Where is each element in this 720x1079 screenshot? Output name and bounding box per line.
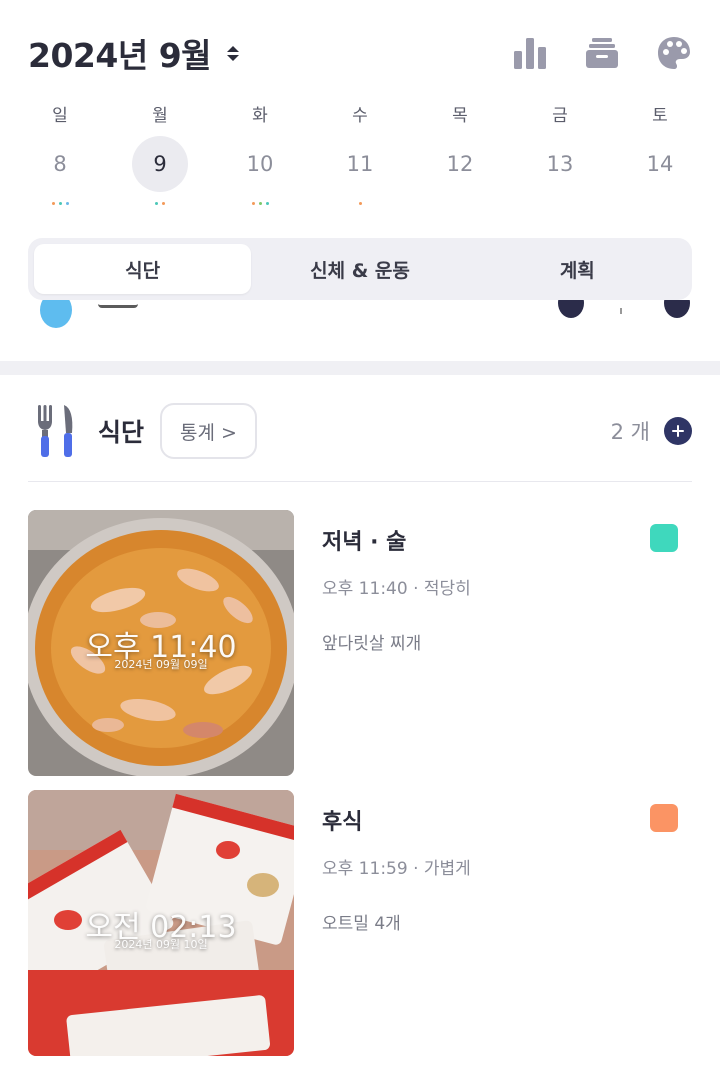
record-dot bbox=[65, 202, 69, 205]
photo-date: 2024년 09월 10일 bbox=[114, 938, 208, 951]
stats-button-label: 통계 > bbox=[180, 421, 237, 444]
photo-date: 2024년 09월 09일 bbox=[114, 658, 208, 671]
tab-body-exercise[interactable]: 신체 & 운동 bbox=[251, 244, 468, 294]
segmented-tabs: 식단 신체 & 운동 계획 bbox=[28, 238, 692, 300]
tab-diet[interactable]: 식단 bbox=[34, 244, 252, 294]
bar-chart-icon[interactable] bbox=[512, 35, 548, 71]
header-actions bbox=[512, 35, 692, 71]
calendar-day[interactable]: 월9 bbox=[110, 98, 210, 206]
minus-button-icon[interactable] bbox=[558, 300, 584, 318]
calendar-day[interactable]: 금 13 bbox=[510, 98, 610, 206]
weekday-label: 월 bbox=[152, 106, 168, 126]
weekday-label: 목 bbox=[452, 106, 468, 126]
meal-section-title: 식단 bbox=[98, 418, 145, 447]
calendar-day[interactable]: 화 10 bbox=[210, 98, 310, 206]
meal-count: 2 개 bbox=[610, 420, 650, 444]
record-dot bbox=[251, 202, 255, 205]
weekday-label: 토 bbox=[652, 106, 668, 126]
day-number-wrap: 12 bbox=[432, 136, 488, 192]
week-calendar: 일 8 월 9 화 10 수 11 목 12 금 13 토 14 bbox=[10, 98, 710, 206]
meal-type: 후식 bbox=[322, 810, 363, 835]
meal-section-header: 식단 통계 > 2 개 bbox=[28, 402, 692, 460]
header: 2024년 9월 bbox=[28, 28, 692, 78]
meal-color-tag bbox=[650, 524, 678, 552]
meal-type: 저녁 · 술 bbox=[322, 530, 407, 555]
day-number: 10 bbox=[246, 152, 274, 176]
day-number: 11 bbox=[346, 152, 374, 176]
day-number: 8 bbox=[53, 152, 67, 176]
meal-photo[interactable]: 오후 11:40 2024년 09월 09일 bbox=[28, 510, 294, 776]
record-dot bbox=[162, 202, 165, 205]
water-icon bbox=[40, 300, 72, 328]
record-dot bbox=[258, 202, 262, 205]
app-screen: 2024년 9월 일 8 월 9 화 10 수 11 목 12 금 13 토 1… bbox=[0, 0, 720, 1079]
meal-time-amount: 오후 11:59 · 가볍게 bbox=[322, 859, 471, 879]
day-number: 9 bbox=[153, 152, 167, 176]
archive-icon[interactable] bbox=[584, 35, 620, 71]
record-dots bbox=[51, 202, 69, 206]
day-number: 13 bbox=[546, 152, 574, 176]
cut-off-value bbox=[620, 308, 622, 314]
meal-description: 앞다릿살 찌개 bbox=[322, 634, 422, 654]
meal-item[interactable]: 오전 02:13 2024년 09월 10일 후식 오후 11:59 · 가볍게… bbox=[28, 790, 692, 1056]
record-dots bbox=[251, 202, 269, 206]
record-dot bbox=[58, 202, 62, 205]
day-number-wrap: 14 bbox=[632, 136, 688, 192]
plus-button-icon[interactable] bbox=[664, 300, 690, 318]
add-meal-button[interactable] bbox=[664, 417, 692, 445]
day-number-wrap: 11 bbox=[332, 136, 388, 192]
calendar-day[interactable]: 토 14 bbox=[610, 98, 710, 206]
record-dot bbox=[358, 202, 362, 205]
meal-time-amount: 오후 11:40 · 적당히 bbox=[322, 579, 471, 599]
day-number: 14 bbox=[646, 152, 674, 176]
divider bbox=[28, 481, 692, 482]
plus-icon bbox=[672, 425, 684, 437]
weekday-label: 수 bbox=[352, 106, 368, 126]
record-dot bbox=[155, 202, 158, 205]
day-number-wrap: 8 bbox=[32, 136, 88, 192]
day-number-wrap: 10 bbox=[232, 136, 288, 192]
weekday-label: 화 bbox=[252, 106, 268, 126]
calendar-day[interactable]: 목 12 bbox=[410, 98, 510, 206]
record-dots bbox=[358, 202, 362, 206]
weekday-label: 금 bbox=[552, 106, 568, 126]
fork-knife-icon bbox=[38, 405, 73, 457]
stats-button[interactable]: 통계 > bbox=[160, 403, 257, 459]
day-number: 12 bbox=[446, 152, 474, 176]
meal-info: 후식 오후 11:59 · 가볍게 오트밀 4개 bbox=[322, 804, 692, 934]
calendar-day[interactable]: 수 11 bbox=[310, 98, 410, 206]
record-dot bbox=[265, 202, 269, 205]
meal-item[interactable]: 오후 11:40 2024년 09월 09일 저녁 · 술 오후 11:40 ·… bbox=[28, 510, 692, 776]
cut-off-label bbox=[98, 300, 138, 308]
month-selector-chevron-icon[interactable] bbox=[227, 45, 240, 61]
selected-day: 9 bbox=[132, 136, 188, 192]
record-dots bbox=[155, 202, 165, 206]
day-number-wrap: 13 bbox=[532, 136, 588, 192]
palette-icon[interactable] bbox=[656, 35, 692, 71]
meal-color-tag bbox=[650, 804, 678, 832]
month-title[interactable]: 2024년 9월 bbox=[28, 29, 212, 77]
meal-description: 오트밀 4개 bbox=[322, 914, 401, 934]
weekday-label: 일 bbox=[52, 106, 68, 126]
section-divider bbox=[0, 361, 720, 375]
meal-info: 저녁 · 술 오후 11:40 · 적당히 앞다릿살 찌개 bbox=[322, 524, 692, 654]
scrolled-section-peek bbox=[0, 300, 720, 360]
calendar-day[interactable]: 일8 bbox=[10, 98, 110, 206]
record-dot bbox=[51, 202, 55, 205]
meal-photo[interactable]: 오전 02:13 2024년 09월 10일 bbox=[28, 790, 294, 1056]
tab-plan[interactable]: 계획 bbox=[469, 244, 686, 294]
